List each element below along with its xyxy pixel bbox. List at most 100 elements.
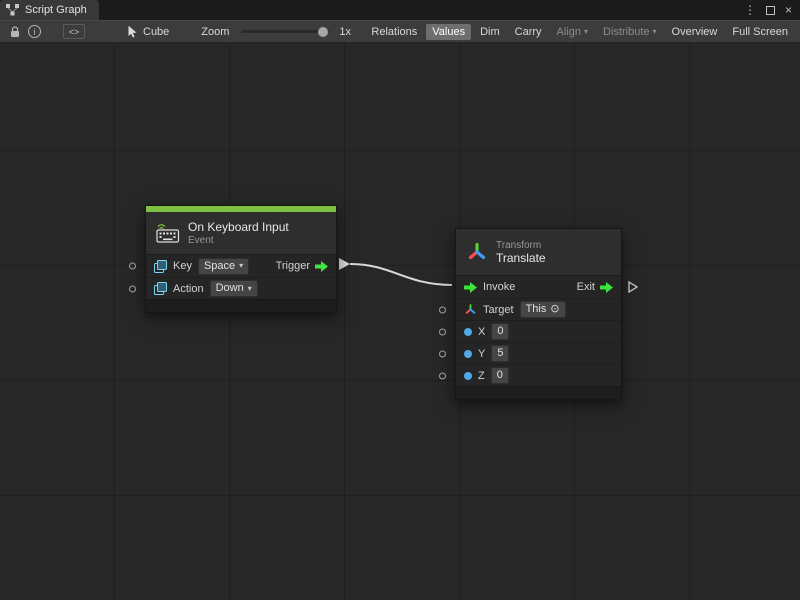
node-on-keyboard-input[interactable]: On Keyboard Input Event Key Space ▾ (145, 205, 337, 313)
exit-flow-arrow-icon[interactable] (600, 282, 613, 293)
lock-icon[interactable] (10, 26, 20, 38)
node-header[interactable]: Transform Translate (456, 229, 621, 275)
cursor-icon (127, 25, 138, 38)
row-target: Target This ⊙ (456, 298, 621, 320)
node-body: Key Space ▾ Trigger (146, 254, 336, 299)
value-port-z-icon (464, 372, 472, 380)
target-value-chip[interactable]: This ⊙ (520, 301, 566, 318)
dropdown-caret-icon: ▾ (248, 285, 252, 293)
node-body: Invoke Exit (456, 275, 621, 386)
row-invoke: Invoke Exit (456, 276, 621, 298)
keyboard-icon (156, 224, 180, 243)
exit-label: Exit (577, 281, 595, 293)
node-title: On Keyboard Input (188, 220, 289, 234)
node-footer (146, 299, 336, 312)
input-port-action[interactable] (129, 285, 136, 292)
wire-path[interactable] (350, 264, 452, 285)
invoke-flow-arrow-icon[interactable] (464, 282, 477, 293)
node-header[interactable]: On Keyboard Input Event (146, 212, 336, 254)
script-graph-icon (6, 4, 19, 16)
input-port-y[interactable] (439, 350, 446, 357)
x-label: X (478, 326, 485, 338)
y-value-field[interactable]: 5 (491, 345, 509, 362)
trigger-output: Trigger (276, 260, 328, 272)
target-label: Target (483, 304, 514, 316)
value-port-x-icon (464, 328, 472, 336)
action-type-icon (154, 282, 167, 295)
script-graph-window: Script Graph ⋮ × i <> Cube Zoom 1x Relat… (0, 0, 800, 600)
z-label: Z (478, 370, 485, 382)
node-category: Transform (496, 240, 546, 251)
kebab-menu-icon[interactable]: ⋮ (744, 4, 756, 16)
toolbar-buttons: Relations Values Dim Carry Align ▾ Distr… (365, 24, 796, 40)
node-translate[interactable]: Transform Translate Invoke Exit (455, 228, 622, 400)
x-value: 0 (497, 325, 503, 338)
toolbar-button-relations[interactable]: Relations (365, 24, 423, 40)
graph-canvas[interactable]: On Keyboard Input Event Key Space ▾ (0, 43, 800, 600)
zoom-slider-handle[interactable] (318, 27, 328, 37)
toolbar-button-dim[interactable]: Dim (474, 24, 506, 40)
key-dropdown[interactable]: Space ▾ (198, 258, 249, 275)
action-dropdown[interactable]: Down ▾ (210, 280, 258, 297)
window-tab-bar: Script Graph ⋮ × (0, 0, 800, 20)
target-value: This (526, 303, 547, 316)
action-label: Action (173, 283, 204, 295)
tab-label: Script Graph (25, 4, 87, 16)
input-port-target[interactable] (439, 306, 446, 313)
toolbar-button-label: Align (557, 26, 581, 38)
toolbar-button-align[interactable]: Align ▾ (551, 24, 594, 40)
row-z: Z 0 (456, 364, 621, 386)
trigger-label: Trigger (276, 260, 310, 272)
exit-output: Exit (577, 281, 613, 293)
trigger-flow-arrow-icon[interactable] (315, 261, 328, 272)
input-port-key[interactable] (129, 263, 136, 270)
close-icon[interactable]: × (785, 4, 792, 16)
self-target-icon: ⊙ (550, 303, 559, 316)
graph-target: Cube (127, 25, 169, 38)
z-value-field[interactable]: 0 (491, 367, 509, 384)
row-action: Action Down ▾ (146, 277, 336, 299)
window-controls: ⋮ × (744, 0, 800, 20)
value-port-y-icon (464, 350, 472, 358)
x-value-field[interactable]: 0 (491, 323, 509, 340)
z-value: 0 (497, 369, 503, 382)
exit-flow-port[interactable] (628, 281, 638, 293)
row-y: Y 5 (456, 342, 621, 364)
code-view-icon[interactable]: <> (63, 24, 85, 39)
maximize-icon[interactable] (766, 6, 775, 15)
toolbar-button-label: Distribute (603, 26, 649, 38)
dropdown-caret-icon: ▾ (584, 28, 588, 36)
connection-wire[interactable] (0, 43, 800, 600)
key-dropdown-value: Space (204, 260, 235, 273)
transform-axes-icon (466, 241, 488, 263)
tab-script-graph[interactable]: Script Graph (0, 0, 99, 20)
input-port-x[interactable] (439, 328, 446, 335)
node-title: Translate (496, 251, 546, 265)
key-label: Key (173, 260, 192, 272)
invoke-label: Invoke (483, 281, 515, 293)
input-port-z[interactable] (439, 372, 446, 379)
y-value: 5 (497, 347, 503, 360)
info-icon[interactable]: i (28, 25, 41, 38)
target-object-label[interactable]: Cube (143, 26, 169, 38)
dropdown-caret-icon: ▾ (239, 262, 243, 270)
action-dropdown-value: Down (216, 282, 244, 295)
y-label: Y (478, 348, 485, 360)
zoom-label: Zoom (201, 26, 229, 38)
toolbar-button-distribute[interactable]: Distribute ▾ (597, 24, 662, 40)
transform-type-icon (464, 303, 477, 316)
zoom-value: 1x (339, 26, 351, 38)
toolbar-button-overview[interactable]: Overview (666, 24, 724, 40)
keycode-type-icon (154, 260, 167, 273)
toolbar-button-fullscreen[interactable]: Full Screen (726, 24, 794, 40)
toolbar-button-carry[interactable]: Carry (509, 24, 548, 40)
zoom-slider[interactable] (241, 30, 329, 33)
dropdown-caret-icon: ▾ (653, 28, 657, 36)
row-key: Key Space ▾ Trigger (146, 255, 336, 277)
node-subtitle: Event (188, 235, 289, 246)
wire-start-arrow-icon (339, 258, 350, 270)
node-footer (456, 386, 621, 399)
toolbar-button-values[interactable]: Values (426, 24, 471, 40)
row-x: X 0 (456, 320, 621, 342)
graph-toolbar: i <> Cube Zoom 1x Relations Values Dim C… (0, 20, 800, 43)
